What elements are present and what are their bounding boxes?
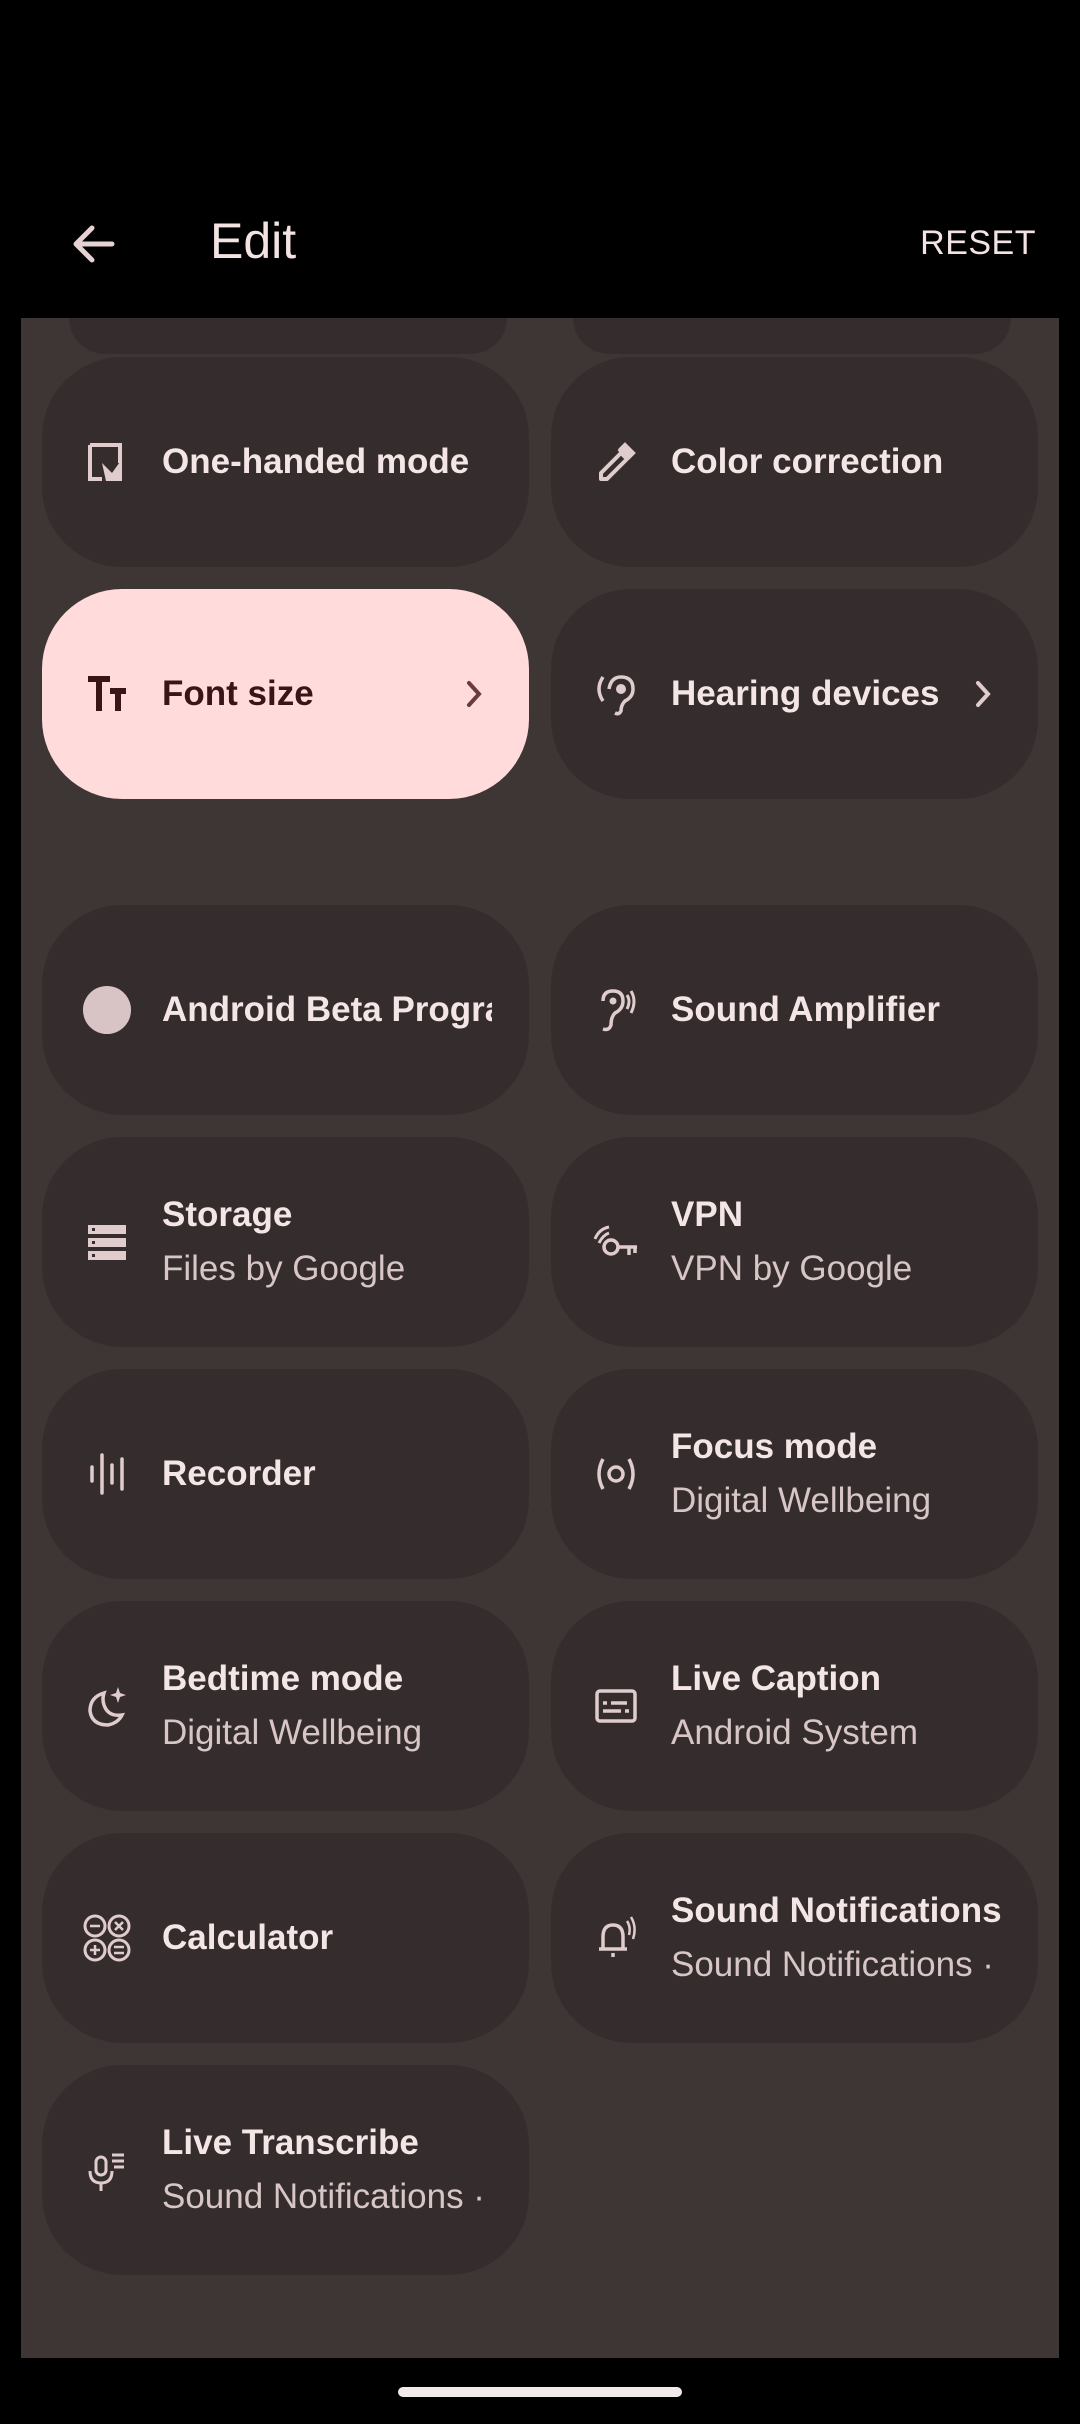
tile-label: VPN (671, 1195, 743, 1234)
partial-tile[interactable] (69, 318, 507, 354)
circle-icon (82, 985, 132, 1035)
mic-transcribe-icon (88, 2153, 124, 2191)
tile-label: Recorder (162, 1454, 316, 1493)
partial-tile[interactable] (573, 318, 1011, 354)
tile-label: Hearing devices (671, 674, 940, 713)
tile-sublabel: Digital Wellbeing (671, 1481, 932, 1520)
storage-icon (88, 1225, 126, 1260)
tile-sound-amplifier[interactable]: Sound Amplifier (551, 905, 1038, 1115)
tile-label: Font size (162, 674, 314, 713)
top-app-bar: Edit RESET (0, 0, 1080, 318)
tile-one-handed-mode[interactable]: One-handed mode (42, 357, 529, 567)
tile-label: Color correction (671, 442, 944, 481)
tile-live-transcribe[interactable]: Live Transcribe Sound Notifications · Liv… (42, 2065, 529, 2275)
tile-focus-mode[interactable]: Focus mode Digital Wellbeing (551, 1369, 1038, 1579)
tile-bedtime-mode[interactable]: Bedtime mode Digital Wellbeing (42, 1601, 529, 1811)
chevron-right-icon (467, 681, 482, 707)
tile-label: Live Transcribe (162, 2123, 419, 2162)
font-size-icon (88, 676, 126, 711)
arrow-back-icon (73, 225, 115, 263)
tile-label: Focus mode (671, 1427, 878, 1466)
vpn-key-icon (593, 1225, 637, 1256)
page-title: Edit (210, 213, 297, 269)
tile-sublabel: Files by Google (162, 1249, 406, 1288)
back-button[interactable] (64, 214, 124, 274)
hearing-device-icon (597, 675, 635, 716)
calculator-icon (83, 1914, 131, 1962)
bell-icon (599, 1916, 636, 1957)
tile-vpn[interactable]: VPN VPN by Google (551, 1137, 1038, 1347)
one-handed-icon (88, 443, 122, 481)
tile-label: Android Beta Program (162, 990, 492, 1029)
tile-hearing-devices[interactable]: Hearing devices (551, 589, 1038, 799)
tile-android-beta[interactable]: Android Beta Program (42, 905, 529, 1115)
tile-label: Calculator (162, 1918, 334, 1957)
tile-color-correction[interactable]: Color correction (551, 357, 1038, 567)
eyedropper-icon (599, 442, 636, 481)
tile-sublabel: Digital Wellbeing (162, 1713, 423, 1752)
ear-icon (601, 989, 636, 1032)
tile-label: Sound Amplifier (671, 990, 940, 1029)
caption-icon (595, 1689, 637, 1723)
tile-font-size[interactable]: Font size (42, 589, 529, 799)
waveform-icon (90, 1453, 124, 1495)
tile-storage[interactable]: Storage Files by Google (42, 1137, 529, 1347)
tile-sound-notifications[interactable]: Sound Notifications Sound Notifications ·… (551, 1833, 1038, 2043)
tile-label: Live Caption (671, 1659, 882, 1698)
home-gesture-bar[interactable] (398, 2387, 682, 2397)
tile-live-caption[interactable]: Live Caption Android System (551, 1601, 1038, 1811)
moon-icon (88, 1687, 126, 1727)
tile-sublabel: Sound Notifications · Live Transcribe (671, 1945, 1001, 1984)
tile-label: Bedtime mode (162, 1659, 404, 1698)
tile-recorder[interactable]: Recorder (42, 1369, 529, 1579)
tile-label: Sound Notifications (671, 1891, 1001, 1930)
tile-label: One-handed mode (162, 442, 470, 481)
tiles-panel[interactable]: One-handed mode Color correction Font si… (21, 318, 1059, 2358)
reset-button[interactable]: RESET (920, 224, 1036, 263)
tile-label: Storage (162, 1195, 293, 1234)
tile-calculator[interactable]: Calculator (42, 1833, 529, 2043)
tile-sublabel: VPN by Google (671, 1249, 913, 1288)
tile-sublabel: Android System (671, 1713, 919, 1752)
focus-icon (597, 1458, 635, 1490)
chevron-right-icon (976, 681, 991, 707)
tile-sublabel: Sound Notifications · Live Transcribe (162, 2177, 492, 2216)
